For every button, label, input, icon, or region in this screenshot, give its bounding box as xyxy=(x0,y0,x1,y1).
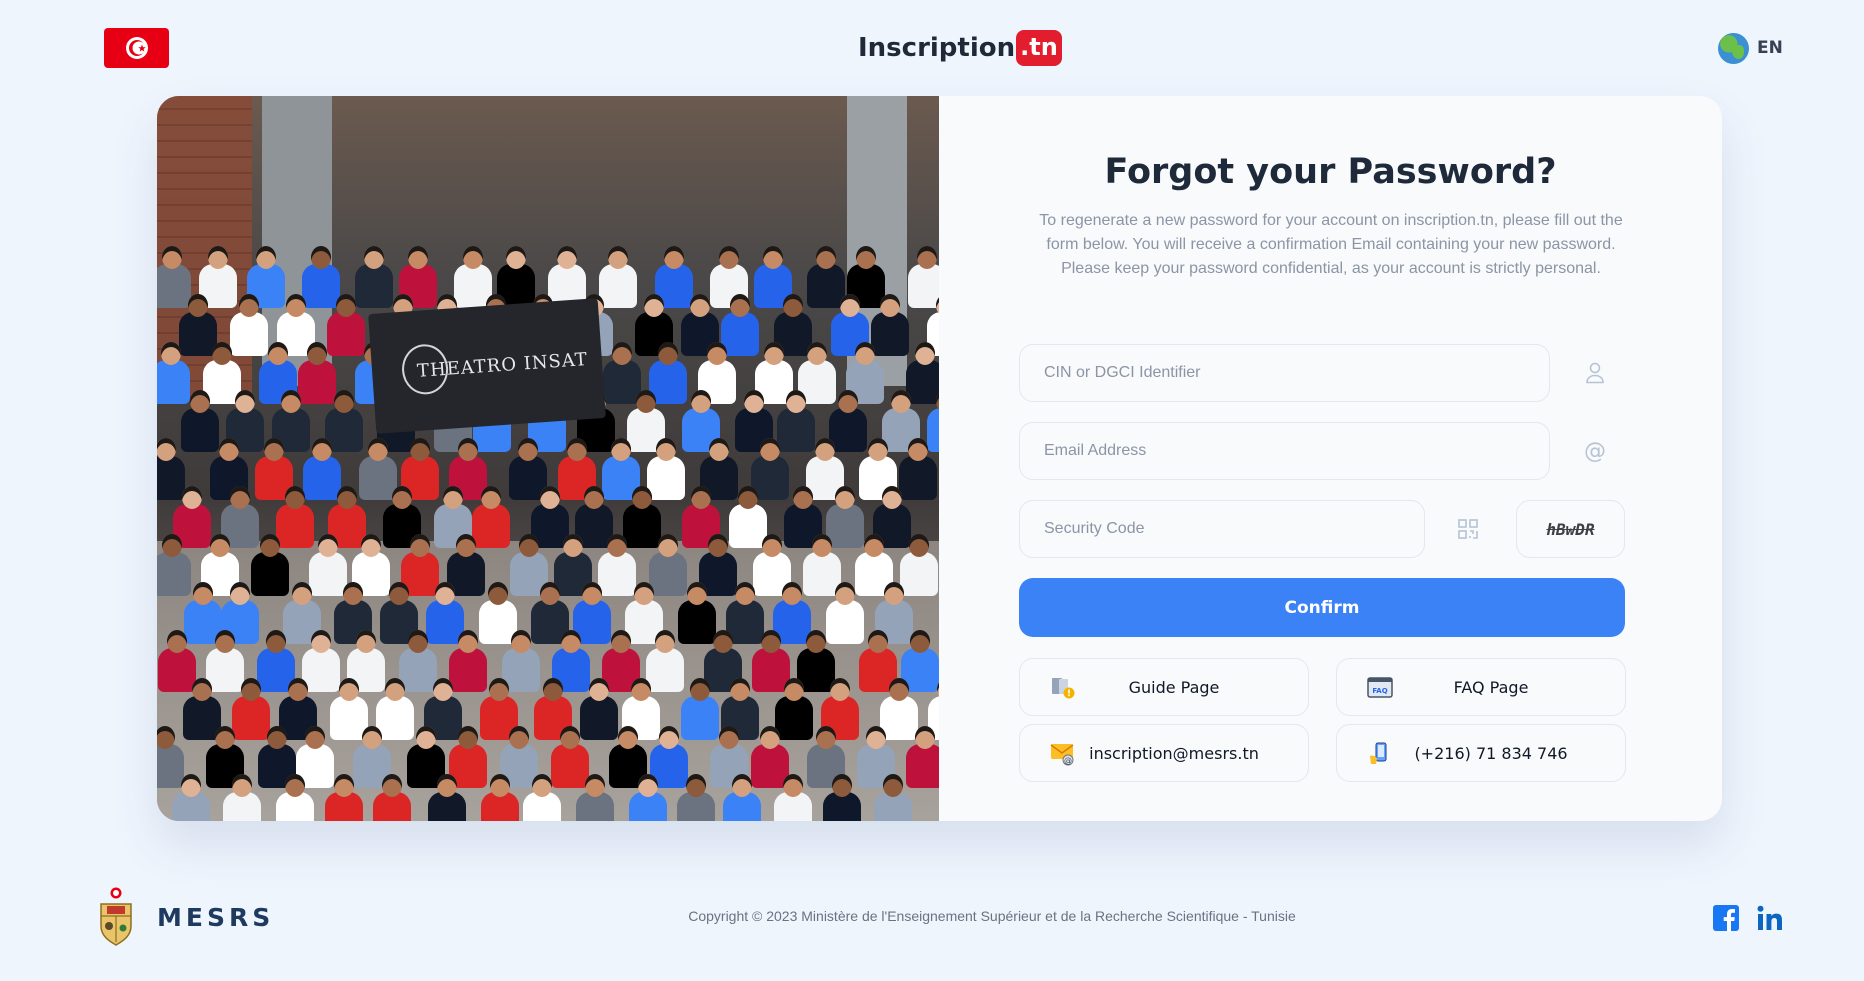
svg-text:@: @ xyxy=(1064,756,1072,765)
qr-icon xyxy=(1456,517,1480,541)
page-title: Forgot your Password? xyxy=(1104,152,1557,192)
form-description: To regenerate a new password for your ac… xyxy=(1039,212,1623,277)
cin-input[interactable] xyxy=(1044,364,1549,382)
email-input[interactable] xyxy=(1044,442,1549,460)
tunisia-flag-icon xyxy=(104,28,169,68)
mail-icon: @ xyxy=(1050,742,1076,766)
faq-page-link[interactable]: FAQ FAQ Page xyxy=(1336,658,1626,716)
email-contact-link[interactable]: @ inscription@mesrs.tn xyxy=(1019,724,1309,782)
copyright-text: Copyright © 2023 Ministère de l'Enseigne… xyxy=(688,908,1296,924)
confirm-button[interactable]: Confirm xyxy=(1019,578,1625,637)
phone-icon xyxy=(1367,742,1393,766)
email-field[interactable] xyxy=(1019,422,1550,480)
linkedin-icon[interactable] xyxy=(1757,905,1783,931)
security-code-input[interactable] xyxy=(1044,520,1424,538)
students-group-photo: THEATRO INSAT xyxy=(157,96,939,821)
theatre-banner: THEATRO INSAT xyxy=(368,298,606,434)
captcha-image: hBwDR xyxy=(1516,500,1625,558)
language-label: EN xyxy=(1757,38,1783,58)
brand-name: Inscription xyxy=(858,33,1016,63)
site-logo[interactable]: Inscription .tn xyxy=(858,28,1062,68)
language-switcher[interactable]: EN xyxy=(1718,32,1783,64)
guide-page-link[interactable]: Guide Page xyxy=(1019,658,1309,716)
faq-icon: FAQ xyxy=(1367,676,1393,700)
globe-icon xyxy=(1718,32,1749,64)
svg-text:FAQ: FAQ xyxy=(1372,687,1387,695)
form-panel: Forgot your Password? To regenerate a ne… xyxy=(939,96,1722,821)
security-code-field[interactable] xyxy=(1019,500,1425,558)
phone-contact-link[interactable]: (+216) 71 834 746 xyxy=(1336,724,1626,782)
facebook-icon[interactable] xyxy=(1713,905,1739,931)
cin-field[interactable] xyxy=(1019,344,1550,402)
guide-icon xyxy=(1050,676,1076,700)
user-icon xyxy=(1583,361,1607,385)
brand-suffix: .tn xyxy=(1016,30,1062,66)
at-icon: @ xyxy=(1584,438,1606,464)
forgot-password-card: THEATRO INSAT Forgot your Password? To r… xyxy=(157,96,1722,821)
